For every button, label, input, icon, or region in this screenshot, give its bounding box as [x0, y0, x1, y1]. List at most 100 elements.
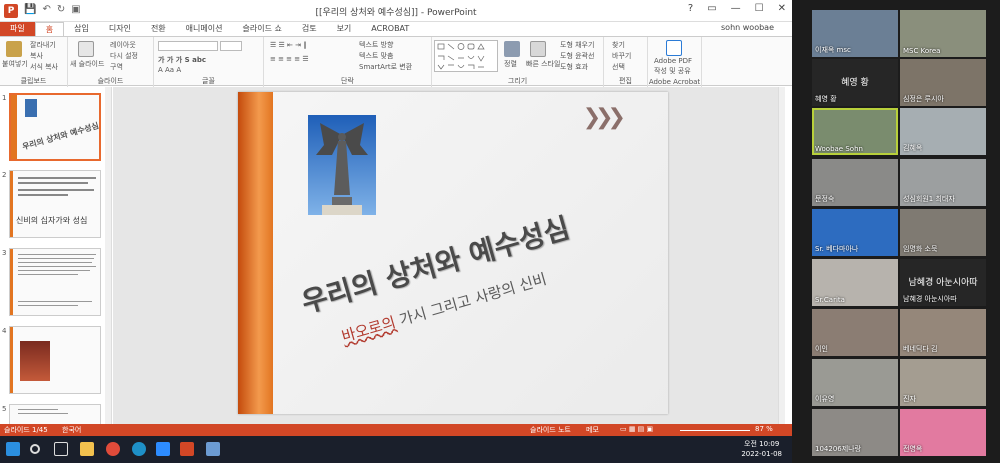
- search-icon[interactable]: [30, 444, 40, 454]
- copy-button[interactable]: 복사: [30, 51, 43, 61]
- slide-thumb-5[interactable]: [9, 404, 101, 424]
- language-indicator[interactable]: 한국어: [62, 425, 81, 435]
- windows-start-icon[interactable]: [6, 442, 20, 456]
- comments-button[interactable]: 메모: [586, 425, 599, 435]
- tab-acrobat[interactable]: ACROBAT: [361, 22, 419, 36]
- file-explorer-icon[interactable]: [80, 442, 94, 456]
- paste-button[interactable]: 붙여넣기: [2, 59, 28, 69]
- slide-thumb-1[interactable]: 우리의 상처와 예수성심: [9, 93, 101, 161]
- shape-effects-button[interactable]: 도형 효과: [560, 62, 588, 72]
- zoom-slider[interactable]: [680, 430, 750, 431]
- section-button[interactable]: 구역: [110, 62, 123, 72]
- layout-button[interactable]: 레이아웃: [110, 40, 136, 50]
- participant-tile[interactable]: 이인: [812, 309, 898, 356]
- participant-tile[interactable]: 혜영 황 혜영 황: [812, 59, 898, 106]
- participant-name: 남혜경 아눈시아따: [903, 295, 957, 303]
- slide-thumb-4[interactable]: [9, 326, 101, 394]
- help-icon[interactable]: ?: [688, 3, 693, 14]
- tab-view[interactable]: 보기: [327, 22, 362, 36]
- participant-tile[interactable]: 임명화 소묵: [900, 209, 986, 256]
- tab-file[interactable]: 파일: [0, 22, 35, 36]
- format-painter-button[interactable]: 서식 복사: [30, 62, 58, 72]
- tab-slideshow[interactable]: 슬라이드 쇼: [232, 22, 291, 36]
- participant-tile[interactable]: Sr.Carita: [812, 259, 898, 306]
- tab-insert[interactable]: 삽입: [64, 22, 99, 36]
- slide-thumb-2[interactable]: 신비의 십자가와 성심: [9, 170, 101, 238]
- find-button[interactable]: 찾기: [612, 40, 625, 50]
- slides-label: 슬라이드: [97, 77, 124, 85]
- clipboard-label: 클립보드: [20, 77, 47, 85]
- paste-icon[interactable]: [6, 41, 22, 57]
- participant-name: Sr.Carita: [815, 296, 845, 304]
- align-text-button[interactable]: 텍스트 맞춤: [359, 51, 393, 61]
- participant-tile[interactable]: 이유영: [812, 359, 898, 406]
- notes-button[interactable]: 슬라이드 노트: [530, 425, 571, 435]
- cut-button[interactable]: 잘라내기: [30, 40, 56, 50]
- arrange-icon[interactable]: [504, 41, 520, 57]
- replace-button[interactable]: 바꾸기: [612, 51, 631, 61]
- quick-styles-icon[interactable]: [530, 41, 546, 57]
- font-color-icon[interactable]: A Aa A: [158, 66, 181, 74]
- powerpoint-taskbar-icon[interactable]: [180, 442, 194, 456]
- participant-tile[interactable]: Sr. 베다마아나: [812, 209, 898, 256]
- minimize-icon[interactable]: —: [731, 3, 741, 14]
- bullets-icon[interactable]: ☰ ☰ ⇤ ⇥ ‖: [270, 41, 307, 49]
- participant-tile[interactable]: 베네딕다 김: [900, 309, 986, 356]
- thumb-number: 2: [2, 171, 7, 179]
- tab-design[interactable]: 디자인: [99, 22, 141, 36]
- font-name-box[interactable]: [158, 41, 218, 51]
- new-slide-icon[interactable]: [78, 41, 94, 57]
- shape-outline-button[interactable]: 도형 윤곽선: [560, 51, 594, 61]
- arrange-button[interactable]: 정렬: [504, 59, 517, 69]
- view-buttons[interactable]: ▭ ▦ ▤ ▣: [620, 425, 653, 433]
- zoom-level[interactable]: 87 %: [755, 425, 773, 433]
- chrome-icon[interactable]: [106, 442, 120, 456]
- participant-tile[interactable]: 문정숙: [812, 159, 898, 206]
- app-taskbar-icon[interactable]: [206, 442, 220, 456]
- zoom-app-icon[interactable]: [156, 442, 170, 456]
- participant-tile[interactable]: 김혜옥: [900, 108, 986, 155]
- participant-tile[interactable]: 104206제나랑: [812, 409, 898, 456]
- thumb-bar: [10, 327, 13, 393]
- participant-tile[interactable]: 성심회원1 최태자: [900, 159, 986, 206]
- thumb-text-line: [18, 177, 96, 179]
- current-slide[interactable]: ❯❯❯ 우리의 상처와 예수성심 바오로의 가시 그리고 사랑의 신비: [238, 92, 668, 414]
- font-label: 글꼴: [202, 77, 215, 85]
- tab-transitions[interactable]: 전환: [141, 22, 176, 36]
- maximize-icon[interactable]: ☐: [755, 3, 764, 14]
- clock-date: 2022-01-08: [741, 450, 782, 458]
- adobe-pdf-button[interactable]: Adobe PDF: [654, 57, 692, 65]
- tab-review[interactable]: 검토: [292, 22, 327, 36]
- smartart-button[interactable]: SmartArt로 변환: [359, 62, 412, 72]
- participant-tile-active-speaker[interactable]: Woobae Sohn: [812, 108, 898, 155]
- quick-styles-button[interactable]: 빠른 스타일: [526, 59, 560, 69]
- reset-button[interactable]: 다시 설정: [110, 51, 138, 61]
- close-icon[interactable]: ✕: [778, 3, 786, 14]
- slide-thumb-3[interactable]: [9, 248, 101, 316]
- adobe-pdf-icon[interactable]: [666, 40, 682, 56]
- ribbon-display-icon[interactable]: ▭: [707, 3, 716, 14]
- text-direction-button[interactable]: 텍스트 방향: [359, 40, 393, 50]
- shapes-gallery[interactable]: [434, 40, 498, 72]
- angel-statue-image[interactable]: [308, 115, 376, 215]
- tab-home[interactable]: 홈: [34, 22, 65, 36]
- thumbnails-scrollbar[interactable]: [105, 87, 111, 424]
- participant-tile[interactable]: 이재옥 msc: [812, 10, 898, 57]
- align-icon[interactable]: ≡ ≡ ≡ ≡ ☰: [270, 55, 309, 63]
- participant-tile[interactable]: 진자: [900, 359, 986, 406]
- system-clock[interactable]: 오전 10:09 2022-01-08: [741, 439, 782, 459]
- participant-tile[interactable]: 남혜경 아눈시아따 남혜경 아눈시아따: [900, 259, 986, 306]
- bold-icon[interactable]: 가 가 가 S abc: [158, 55, 206, 65]
- participant-tile[interactable]: 전영옥: [900, 409, 986, 456]
- shape-fill-button[interactable]: 도형 채우기: [560, 40, 594, 50]
- participant-tile[interactable]: MSC Korea: [900, 10, 986, 57]
- tab-animations[interactable]: 애니메이션: [176, 22, 233, 36]
- task-view-icon[interactable]: [54, 442, 68, 456]
- participant-tile[interactable]: 심정은 루시아: [900, 59, 986, 106]
- font-size-box[interactable]: [220, 41, 242, 51]
- user-name[interactable]: sohn woobae: [721, 23, 774, 32]
- select-button[interactable]: 선택: [612, 62, 625, 72]
- edge-icon[interactable]: [132, 442, 146, 456]
- new-slide-button[interactable]: 새 슬라이드: [70, 59, 104, 69]
- slide-scrollbar[interactable]: [778, 87, 785, 424]
